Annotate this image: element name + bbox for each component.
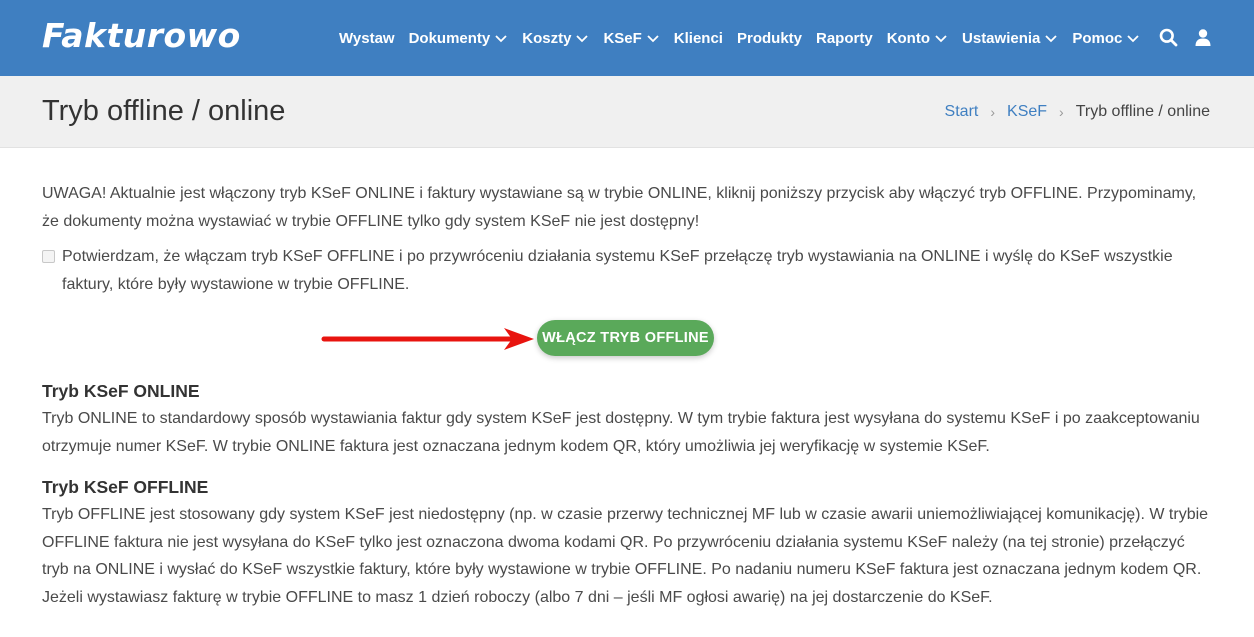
nav-item-ksef[interactable]: KSeF xyxy=(603,30,659,47)
button-area: WŁĄCZ TRYB OFFLINE xyxy=(42,298,1212,380)
nav-item-produkty[interactable]: Produkty xyxy=(737,30,802,47)
chevron-down-icon xyxy=(646,33,660,43)
nav-item-label: Wystaw xyxy=(339,29,395,47)
online-section: Tryb KSeF ONLINE Tryb ONLINE to standard… xyxy=(42,380,1212,460)
nav-item-klienci[interactable]: Klienci xyxy=(674,30,723,47)
logo[interactable]: Fakturowo xyxy=(42,16,241,55)
breadcrumb: Start › KSeF › Tryb offline / online xyxy=(945,103,1210,121)
nav-item-dokumenty[interactable]: Dokumenty xyxy=(409,30,509,47)
chevron-right-icon: › xyxy=(990,104,996,120)
breadcrumb-ksef[interactable]: KSeF xyxy=(1007,103,1047,121)
chevron-down-icon xyxy=(1126,33,1140,43)
chevron-right-icon: › xyxy=(1059,104,1064,120)
nav-item-konto[interactable]: Konto xyxy=(887,30,948,47)
enable-offline-button[interactable]: WŁĄCZ TRYB OFFLINE xyxy=(537,320,714,356)
section-text: Tryb OFFLINE jest stosowany gdy system K… xyxy=(42,506,1209,606)
nav-item-koszty[interactable]: Koszty xyxy=(522,30,589,47)
chevron-down-icon xyxy=(934,33,948,43)
chevron-down-icon xyxy=(494,33,508,43)
nav-item-label: Ustawienia xyxy=(962,29,1041,47)
confirm-label[interactable]: Potwierdzam, że włączam tryb KSeF OFFLIN… xyxy=(62,243,1212,298)
offline-section: Tryb KSeF OFFLINE Tryb OFFLINE jest stos… xyxy=(42,476,1212,611)
user-icon[interactable] xyxy=(1195,29,1211,46)
chevron-down-icon xyxy=(1044,33,1058,43)
confirm-checkbox[interactable] xyxy=(42,250,55,263)
red-arrow-icon xyxy=(321,328,534,350)
nav-item-label: KSeF xyxy=(603,29,642,47)
chevron-down-icon xyxy=(575,33,589,43)
main-content: UWAGA! Aktualnie jest włączony tryb KSeF… xyxy=(42,180,1212,627)
top-navbar: Fakturowo Wystaw Dokumenty Koszty KSeF K… xyxy=(0,0,1254,76)
nav-item-label: Klienci xyxy=(673,29,723,47)
confirm-row: Potwierdzam, że włączam tryb KSeF OFFLIN… xyxy=(42,243,1212,298)
header-actions xyxy=(1159,28,1228,47)
main-nav: Wystaw Dokumenty Koszty KSeF Klienci Pro… xyxy=(339,28,1154,48)
nav-item-label: Dokumenty xyxy=(408,29,491,47)
nav-item-label: Pomoc xyxy=(1072,29,1123,47)
nav-item-label: Koszty xyxy=(522,29,572,47)
page-header: Tryb offline / online Start › KSeF › Try… xyxy=(0,76,1254,148)
page-title: Tryb offline / online xyxy=(42,95,286,127)
search-icon[interactable] xyxy=(1159,28,1178,47)
nav-item-pomoc[interactable]: Pomoc xyxy=(1072,30,1140,47)
breadcrumb-start[interactable]: Start xyxy=(945,103,979,121)
warning-notice: UWAGA! Aktualnie jest włączony tryb KSeF… xyxy=(42,185,1197,230)
nav-item-raporty[interactable]: Raporty xyxy=(816,30,873,47)
nav-item-ustawienia[interactable]: Ustawienia xyxy=(962,30,1058,47)
section-heading: Tryb KSeF OFFLINE xyxy=(42,477,209,497)
section-text: Tryb ONLINE to standardowy sposób wystaw… xyxy=(42,410,1200,455)
section-heading: Tryb KSeF ONLINE xyxy=(42,381,200,401)
nav-item-label: Produkty xyxy=(736,29,802,47)
nav-item-label: Konto xyxy=(886,29,931,47)
nav-item-wystaw[interactable]: Wystaw xyxy=(339,30,395,47)
breadcrumb-current: Tryb offline / online xyxy=(1075,103,1210,120)
nav-item-label: Raporty xyxy=(816,29,873,47)
